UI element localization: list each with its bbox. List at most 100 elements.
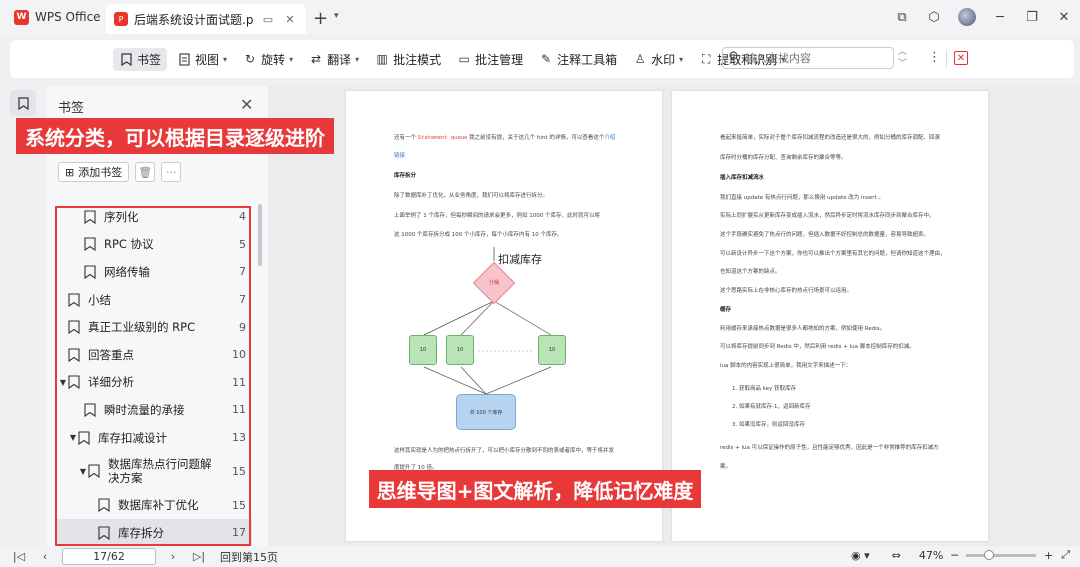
bookmark-item[interactable]: 序列化 4: [56, 203, 252, 231]
zoom-level[interactable]: 47%: [919, 549, 943, 562]
translate-icon: ⇄: [311, 52, 322, 66]
avatar[interactable]: [958, 8, 976, 26]
toolbar-rotate-button[interactable]: ↻ 旋转 ▾: [237, 48, 299, 71]
close-toolbar-icon[interactable]: ✕: [954, 51, 968, 65]
chevron-down-icon: ▾: [679, 54, 684, 64]
bookmark-item[interactable]: ▼ 详细分析 11: [56, 369, 252, 397]
bookmark-icon: [84, 265, 96, 280]
bookmark-icon: [78, 430, 90, 445]
diagram-bucket-node: 10: [538, 335, 566, 365]
eye-icon[interactable]: ◉ ▾: [851, 549, 870, 562]
cube-icon[interactable]: ⬡: [918, 0, 950, 34]
zoom-slider[interactable]: [965, 549, 1036, 560]
chevron-down-icon: ▾: [289, 54, 294, 64]
page-number-input[interactable]: 17/62: [62, 548, 156, 565]
window-mode-icon[interactable]: ⧉: [886, 0, 918, 34]
panel-title: 书签: [58, 101, 85, 116]
zoom-knob[interactable]: [983, 549, 994, 560]
pdf-page-right: 看起来挺简单，实际对于整个库存扣减流程的改造还是很大的，例如分桶的库存调配、回滚…: [672, 91, 988, 541]
restore-icon[interactable]: ❐: [1016, 0, 1048, 34]
bookmark-icon: [88, 464, 100, 479]
close-window-icon[interactable]: ✕: [1048, 0, 1080, 34]
fit-width-icon[interactable]: ⇔: [892, 549, 901, 562]
toolbar-watermark-button[interactable]: ♙ 水印 ▾: [627, 48, 689, 71]
rail-bookmark-button[interactable]: [10, 90, 36, 116]
bookmark-icon: [98, 498, 110, 513]
bookmark-icon: [84, 403, 96, 418]
chevron-down-icon: ▾: [223, 54, 228, 64]
page-text-line: 看起来挺简单，实际对于整个库存扣减流程的改造还是很大的，例如分桶的库存调配、回滚: [720, 135, 941, 141]
diagram-bucket-node: 10: [446, 335, 474, 365]
next-page-icon[interactable]: ›: [160, 550, 186, 563]
toolbar-annotate-mode-button[interactable]: ▥ 批注模式: [369, 48, 447, 71]
tab-list-chevron-icon[interactable]: ▾: [334, 11, 339, 21]
new-tab-button[interactable]: +: [313, 8, 328, 29]
toolbar-translate-button[interactable]: ⇄ 翻译 ▾: [303, 48, 365, 71]
annotate-manage-icon: ▭: [458, 52, 470, 66]
bookmark-icon: [68, 320, 80, 335]
last-page-icon[interactable]: ▷|: [186, 550, 212, 563]
toolbar-bookmark-button[interactable]: 书签: [113, 47, 168, 71]
bookmark-item[interactable]: 瞬时流量的承接 11: [56, 396, 252, 424]
search-nav-arrows[interactable]: ︿ ﹀: [898, 46, 907, 70]
add-bookmark-button[interactable]: ⊞ 添加书签: [58, 162, 130, 182]
status-bar: |◁ ‹ 17/62 › ▷| 回到第15页 ◉ ▾ ⇔ 47% ─ + ⤢: [0, 546, 1080, 567]
screen-icon[interactable]: ▭: [260, 11, 276, 27]
bookmark-icon: [84, 237, 96, 252]
bookmark-icon: [68, 293, 80, 307]
bookmark-item[interactable]: 小结 7: [56, 286, 252, 314]
zoom-out-icon[interactable]: ─: [951, 549, 958, 562]
page-list-item: 2. 如果有就库存-1，返回新库存: [732, 404, 811, 410]
toolbar-annotate-manage-button[interactable]: ▭ 批注管理: [451, 48, 529, 71]
page-text-line: redis + lua 可以保证操作的原子性，且性能足够优秀，因此是一个非常推荐…: [720, 445, 939, 451]
toolbar-toolbox-button[interactable]: ✎ 注释工具箱: [533, 48, 623, 71]
diagram-title: 扣减库存: [498, 253, 542, 266]
search-input[interactable]: [745, 51, 875, 65]
page-text-line: 实际上同扩展实从更新库存变成插入流水，然后异步定时将流水库存同步到聚合库存中。: [720, 213, 935, 219]
search-field[interactable]: [722, 47, 894, 69]
expand-arrow-icon[interactable]: ▼: [78, 467, 88, 476]
prev-page-icon[interactable]: ‹: [32, 550, 58, 563]
toolbar-view-button[interactable]: 视图 ▾: [171, 48, 233, 71]
expand-arrow-icon[interactable]: ▼: [68, 433, 78, 442]
bookmark-item[interactable]: 网络传输 7: [56, 258, 252, 286]
panel-close-icon[interactable]: ✕: [240, 95, 253, 114]
page-text-line: 案。: [720, 464, 732, 470]
expand-arrow-icon[interactable]: ▼: [58, 378, 68, 387]
bookmark-item[interactable]: 真正工业级别的 RPC 9: [56, 313, 252, 341]
page-heading: 插入库存扣减流水: [720, 175, 765, 181]
bookmark-item[interactable]: RPC 协议 5: [56, 231, 252, 259]
bookmark-item[interactable]: 库存拆分 17: [56, 518, 252, 547]
diagram-decision-label: 分桶: [488, 280, 499, 286]
page-text-line: 库存时分桶的库存分配、查询剩余库存的聚合等等。: [720, 155, 847, 161]
wps-logo-icon: W: [14, 9, 29, 25]
bookmark-item[interactable]: 回答重点 10: [56, 341, 252, 369]
diagram-bucket-node: 10: [409, 335, 437, 365]
bookmark-item[interactable]: ▼ 库存扣减设计 13: [56, 424, 252, 452]
delete-bookmark-button[interactable]: 🗑: [135, 162, 156, 182]
diagram-total-node: 共 100 个库存: [456, 394, 516, 430]
zoom-in-icon[interactable]: +: [1044, 549, 1053, 562]
rotate-icon: ↻: [245, 52, 256, 66]
page-text-line: 这个手段确实避免了热点行的问题，但插入数据不好控制总的数据量，容易导致超卖。: [720, 232, 930, 238]
first-page-icon[interactable]: |◁: [6, 550, 32, 563]
bookmark-item[interactable]: ▼ 数据库热点行问题解决方案 15: [56, 451, 252, 491]
document-tab[interactable]: P 后端系统设计面试题.pdf ▭ ✕: [106, 4, 306, 34]
app-home-tab[interactable]: W WPS Office: [0, 0, 111, 34]
more-bookmark-button[interactable]: ···: [161, 162, 182, 182]
bookmark-scrollbar[interactable]: [258, 204, 262, 266]
watermark-icon: ♙: [634, 52, 646, 66]
toolbar: 书签 视图 ▾ ↻ 旋转 ▾ ⇄ 翻译 ▾ ▥ 批注模式 ▭ 批注管理 ✎ 注释工具箱…: [10, 40, 1074, 78]
more-options-icon[interactable]: ⋮: [928, 50, 941, 65]
promo-banner-bottom: 思维导图+图文解析，降低记忆难度: [369, 470, 701, 508]
page-text-line: 可以将库存提前同步到 Redis 中，然后利用 redis + lua 脚本控制…: [720, 344, 915, 350]
bookmark-item[interactable]: 数据库补丁优化 15: [56, 491, 252, 519]
title-bar: W WPS Office P 后端系统设计面试题.pdf ▭ ✕ + ▾ ⧉ ⬡…: [0, 0, 1080, 34]
page-text-line: 利用缓存来承接热点数据是很多人都熟知的方案，例如使用 Redis。: [720, 326, 886, 332]
fullscreen-icon[interactable]: ⤢: [1061, 548, 1070, 562]
toolbox-icon: ✎: [541, 52, 552, 66]
close-tab-icon[interactable]: ✕: [282, 11, 298, 27]
back-to-page-link[interactable]: 回到第15页: [220, 549, 278, 565]
minimize-icon[interactable]: ─: [984, 0, 1016, 34]
document-tab-title: 后端系统设计面试题.pdf: [134, 12, 254, 27]
